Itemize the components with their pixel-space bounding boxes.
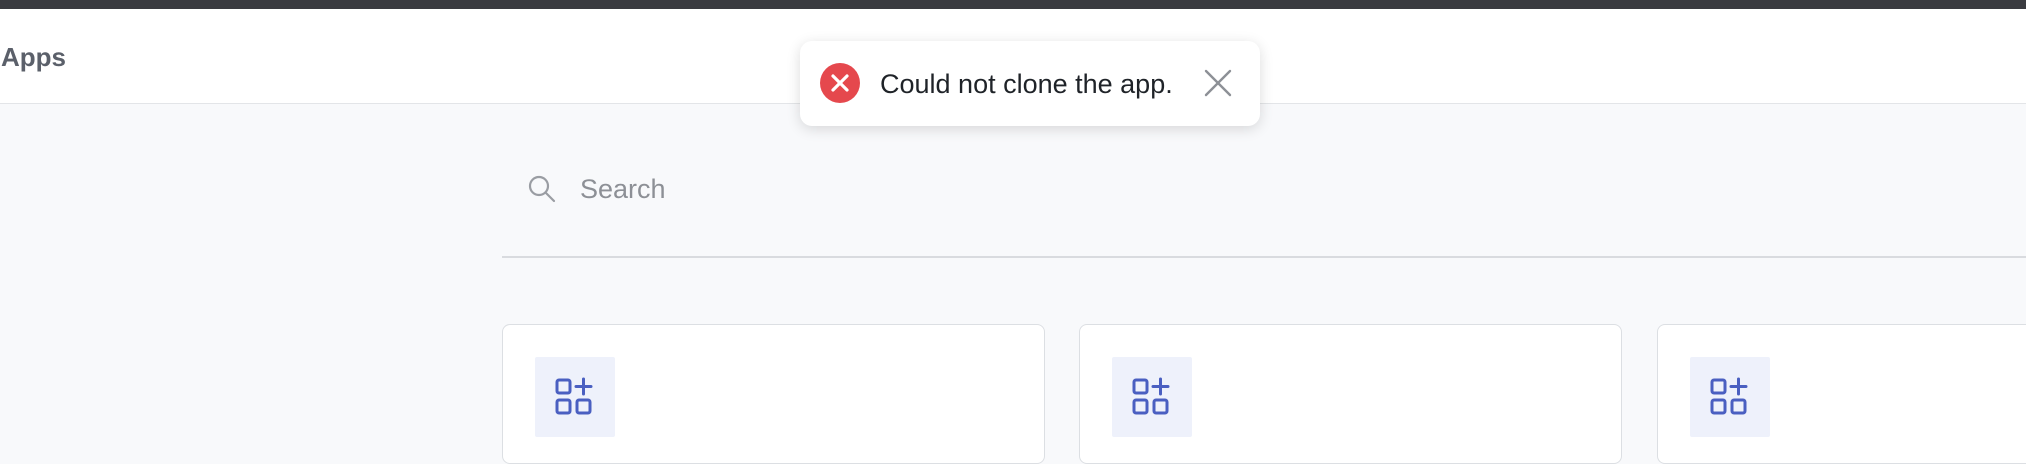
window-top-bar bbox=[0, 0, 2026, 9]
app-add-icon bbox=[1690, 357, 1770, 437]
toast-message: Could not clone the app. bbox=[880, 69, 1173, 99]
app-add-icon bbox=[1112, 357, 1192, 437]
search-bar bbox=[502, 160, 2026, 258]
search-input[interactable] bbox=[580, 168, 1380, 210]
close-icon[interactable] bbox=[1202, 67, 1234, 99]
error-x-icon bbox=[820, 63, 860, 103]
page-title: Apps bbox=[1, 42, 66, 72]
app-card[interactable] bbox=[502, 324, 1045, 464]
app-card[interactable] bbox=[1079, 324, 1622, 464]
app-add-icon bbox=[535, 357, 615, 437]
app-card[interactable] bbox=[1657, 324, 2026, 464]
error-toast: Could not clone the app. bbox=[800, 41, 1260, 126]
search-icon bbox=[526, 173, 558, 205]
